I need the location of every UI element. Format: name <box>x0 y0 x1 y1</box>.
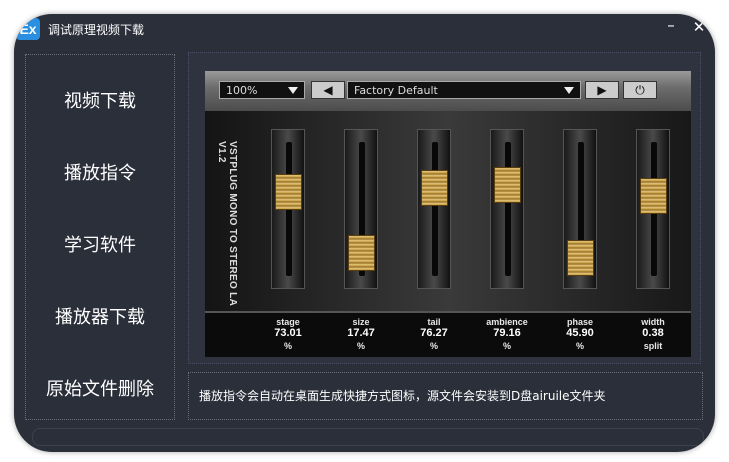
fader-track <box>432 142 438 276</box>
chevron-down-icon <box>564 87 574 94</box>
power-icon[interactable]: ⏻ <box>623 81 657 99</box>
window-title: 调试原理视频下载 <box>48 23 145 37</box>
param-label: tail <box>427 317 441 327</box>
param-unit: % <box>356 341 365 351</box>
learning-software-button[interactable]: 学习软件 <box>26 231 174 257</box>
param-unit: % <box>502 341 511 351</box>
param-label: ambience <box>486 317 528 327</box>
fader-ambience[interactable] <box>490 129 524 289</box>
param-value: 79.16 <box>493 327 521 339</box>
sidebar: 视频下载 播放指令 学习软件 播放器下载 原始文件删除 <box>25 54 175 420</box>
param-label: phase <box>566 317 593 327</box>
minimize-button[interactable]: – <box>662 16 680 34</box>
param-value: 17.47 <box>347 327 375 339</box>
preview-panel: 100% ◀ Factory Default ▶ ⏻ VSTPLUG MONO … <box>188 52 701 364</box>
parameter-readout: stage 73.01% size 17.47% tail 76.27% ambience 7… <box>205 311 691 357</box>
title-bar[interactable]: Ex 调试原理视频下载 – ✕ <box>14 14 715 44</box>
param-unit: % <box>575 341 584 351</box>
app-logo-icon: Ex <box>16 18 40 40</box>
arrow-left-icon[interactable]: ◀ <box>311 81 345 99</box>
zoom-value: 100% <box>226 84 258 97</box>
player-download-button[interactable]: 播放器下载 <box>26 303 174 329</box>
fader-tail[interactable] <box>417 129 451 289</box>
fader-knob[interactable] <box>567 239 594 276</box>
chevron-down-icon <box>288 87 298 94</box>
play-command-button[interactable]: 播放指令 <box>26 159 174 185</box>
fader-width[interactable] <box>636 129 670 289</box>
fader-phase[interactable] <box>563 129 597 289</box>
fader-knob[interactable] <box>275 173 302 210</box>
fader-track <box>505 142 511 276</box>
param-unit: % <box>429 341 438 351</box>
param-value: 45.90 <box>566 327 594 339</box>
fader-stage[interactable] <box>271 129 305 289</box>
fader-knob[interactable] <box>640 178 667 215</box>
param-unit: split <box>643 341 663 351</box>
delete-original-files-button[interactable]: 原始文件删除 <box>26 375 174 401</box>
param-label: size <box>352 317 370 327</box>
preset-name: Factory Default <box>354 84 438 97</box>
footer-strip <box>32 428 704 446</box>
video-download-button[interactable]: 视频下载 <box>26 87 174 113</box>
fader-knob[interactable] <box>421 170 448 207</box>
param-value: 0.38 <box>642 327 664 339</box>
fader-knob[interactable] <box>348 235 375 272</box>
app-window: Ex 调试原理视频下载 – ✕ 视频下载 播放指令 学习软件 播放器下载 原始文… <box>14 14 715 452</box>
plugin-name: VSTPLUG MONO TO STEREO LA V1.2 <box>216 141 238 306</box>
plugin-toolbar: 100% ◀ Factory Default ▶ ⏻ <box>205 71 691 111</box>
param-label: width <box>641 317 665 327</box>
arrow-right-icon[interactable]: ▶ <box>585 81 619 99</box>
fader-knob[interactable] <box>494 167 521 204</box>
fader-size[interactable] <box>344 129 378 289</box>
param-label: stage <box>276 317 300 327</box>
param-value: 76.27 <box>420 327 448 339</box>
status-text: 播放指令会自动在桌面生成快捷方式图标，源文件会安装到D盘airuile文件夹 <box>199 389 606 403</box>
slider-area: VSTPLUG MONO TO STEREO LA V1.2 ☚ <box>205 111 691 311</box>
param-unit: % <box>283 341 292 351</box>
vst-plugin-screenshot: 100% ◀ Factory Default ▶ ⏻ VSTPLUG MONO … <box>205 71 691 357</box>
preset-dropdown[interactable]: Factory Default <box>347 81 581 99</box>
param-value: 73.01 <box>274 327 302 339</box>
status-bar: 播放指令会自动在桌面生成快捷方式图标，源文件会安装到D盘airuile文件夹 <box>188 372 703 420</box>
close-button[interactable]: ✕ <box>690 18 708 36</box>
zoom-dropdown[interactable]: 100% <box>219 81 305 99</box>
